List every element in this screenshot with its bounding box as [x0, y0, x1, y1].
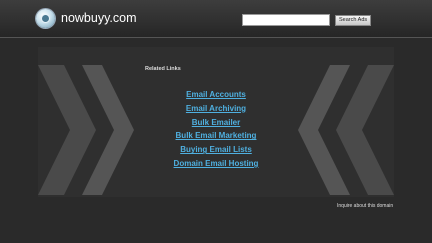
site-header: nowbuyy.com Search Ads: [0, 0, 432, 38]
list-item: Bulk Email Marketing: [150, 126, 282, 140]
related-link[interactable]: Bulk Email Marketing: [176, 131, 257, 140]
related-link[interactable]: Domain Email Hosting: [174, 159, 259, 168]
related-links-list: Email Accounts Email Archiving Bulk Emai…: [150, 85, 282, 168]
chevron-right-decoration-icon: [298, 65, 394, 195]
related-link[interactable]: Buying Email Lists: [180, 145, 252, 154]
chevron-left-decoration-icon: [38, 65, 134, 195]
list-item: Buying Email Lists: [150, 140, 282, 154]
related-links-heading: Related Links: [145, 66, 181, 72]
inquire-domain-link[interactable]: Inquire about this domain: [337, 203, 393, 210]
related-link[interactable]: Bulk Emailer: [192, 118, 240, 127]
list-item: Bulk Emailer: [150, 113, 282, 127]
search-input[interactable]: [242, 14, 330, 26]
list-item: Email Accounts: [150, 85, 282, 99]
globe-logo-icon[interactable]: [36, 9, 55, 28]
site-name[interactable]: nowbuyy.com: [61, 11, 137, 26]
list-item: Domain Email Hosting: [150, 154, 282, 168]
search-ads-button[interactable]: Search Ads: [335, 15, 372, 26]
related-link[interactable]: Email Accounts: [186, 90, 246, 99]
related-link[interactable]: Email Archiving: [186, 104, 246, 113]
list-item: Email Archiving: [150, 99, 282, 113]
